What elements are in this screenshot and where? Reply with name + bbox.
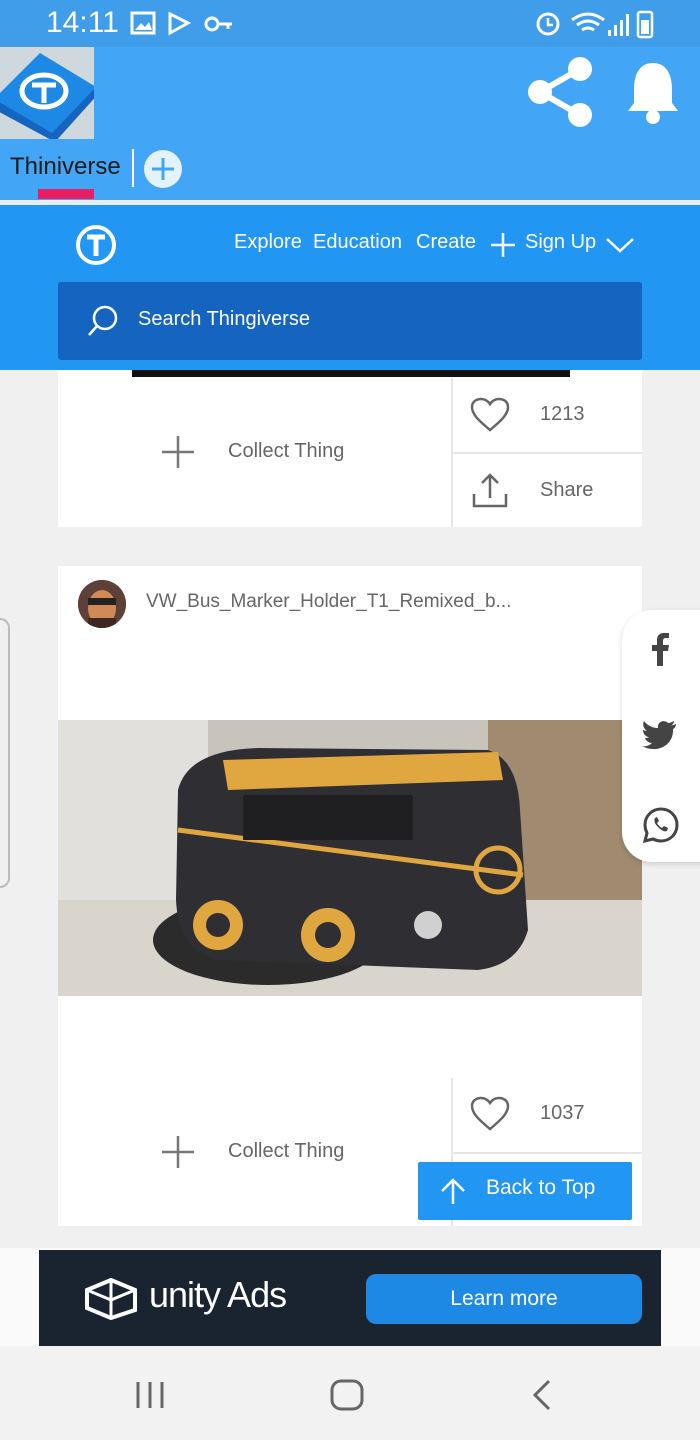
tab-thiniverse[interactable]: Thiniverse bbox=[10, 153, 121, 181]
heart-icon bbox=[470, 397, 510, 432]
plus-icon bbox=[152, 158, 174, 180]
thing-title[interactable]: VW_Bus_Marker_Holder_T1_Remixed_b... bbox=[146, 591, 511, 613]
tab-divider bbox=[132, 149, 134, 187]
plus-icon bbox=[162, 436, 194, 468]
share-icon[interactable] bbox=[526, 57, 596, 127]
status-bar: 14:11 bbox=[0, 0, 700, 47]
heart-icon bbox=[470, 1096, 510, 1131]
thing-image[interactable] bbox=[58, 720, 642, 996]
nav-education[interactable]: Education bbox=[313, 231, 402, 254]
upload-share-icon bbox=[472, 473, 508, 508]
unity-ad-banner[interactable]: unity Ads Learn more bbox=[39, 1250, 661, 1346]
search-icon bbox=[88, 305, 118, 336]
plus-icon bbox=[162, 1136, 194, 1168]
app-bar: Thiniverse bbox=[0, 47, 700, 205]
search-input[interactable]: Search Thingiverse bbox=[138, 308, 310, 331]
like-count: 1037 bbox=[540, 1102, 585, 1124]
like-button[interactable]: 1037 bbox=[468, 1094, 628, 1134]
add-tab-button[interactable] bbox=[144, 150, 182, 188]
learn-more-button[interactable]: Learn more bbox=[366, 1274, 642, 1324]
thing-card: VW_Bus_Marker_Holder_T1_Remixed_b... Col… bbox=[58, 566, 642, 1226]
whatsapp-icon[interactable] bbox=[642, 806, 680, 844]
share-button[interactable]: Share bbox=[468, 470, 628, 510]
social-share-bar bbox=[622, 610, 700, 862]
thingiverse-logo[interactable] bbox=[76, 225, 116, 265]
avatar[interactable] bbox=[78, 580, 126, 628]
like-button[interactable]: 1213 bbox=[468, 395, 628, 435]
app-logo[interactable] bbox=[0, 47, 94, 139]
card-divider bbox=[453, 452, 642, 454]
nav-sign-up[interactable]: Sign Up bbox=[525, 231, 596, 254]
thing-image-edge bbox=[132, 370, 570, 377]
collect-thing-label: Collect Thing bbox=[228, 1140, 345, 1162]
collect-thing-label: Collect Thing bbox=[228, 440, 345, 462]
status-time: 14:11 bbox=[46, 6, 119, 39]
twitter-icon[interactable] bbox=[642, 720, 678, 750]
bell-icon[interactable] bbox=[624, 59, 682, 127]
collect-thing-button[interactable]: Collect Thing bbox=[158, 1132, 398, 1172]
back-to-top-button[interactable]: Back to Top bbox=[418, 1162, 632, 1220]
system-status-icons bbox=[536, 10, 654, 39]
system-nav-bar bbox=[0, 1346, 700, 1440]
site-navbar: Explore Education Create Sign Up Search … bbox=[0, 205, 700, 370]
thing-card: Collect Thing 1213 Share bbox=[58, 370, 642, 527]
chevron-down-icon[interactable] bbox=[605, 235, 635, 255]
collect-thing-button[interactable]: Collect Thing bbox=[158, 432, 398, 472]
back-to-top-label: Back to Top bbox=[486, 1176, 596, 1199]
back-icon[interactable] bbox=[530, 1378, 554, 1412]
search-bar[interactable]: Search Thingiverse bbox=[58, 282, 642, 360]
nav-explore[interactable]: Explore bbox=[234, 231, 302, 254]
facebook-icon[interactable] bbox=[648, 632, 672, 668]
plus-icon[interactable] bbox=[489, 231, 517, 259]
tab-active-indicator bbox=[38, 189, 94, 199]
card-divider bbox=[453, 1152, 642, 1154]
ad-brand: unity Ads bbox=[149, 1274, 287, 1315]
arrow-up-icon bbox=[441, 1178, 465, 1204]
nav-create[interactable]: Create bbox=[416, 231, 476, 254]
share-label: Share bbox=[540, 479, 594, 501]
unity-logo-icon bbox=[85, 1278, 137, 1320]
like-count: 1213 bbox=[540, 403, 585, 425]
home-icon[interactable] bbox=[329, 1378, 365, 1412]
edge-panel-handle[interactable] bbox=[0, 618, 10, 888]
notification-icons bbox=[130, 11, 232, 36]
recent-apps-icon[interactable] bbox=[134, 1380, 168, 1410]
